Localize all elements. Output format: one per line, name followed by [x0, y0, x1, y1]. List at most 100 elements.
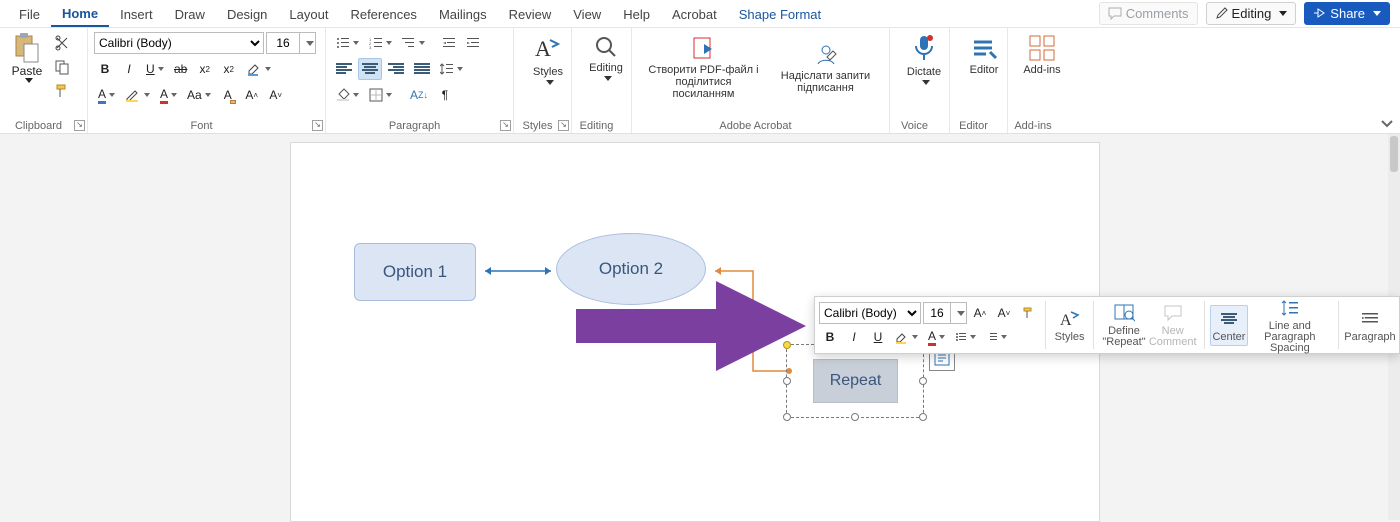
show-marks-button[interactable]: ¶ [434, 84, 456, 106]
mini-grow-font[interactable]: A˄ [969, 302, 991, 324]
font-size-input[interactable] [266, 32, 300, 54]
shape-option-1[interactable]: Option 1 [354, 243, 476, 301]
editor-button[interactable]: Editor [956, 32, 1012, 78]
dictate-button[interactable]: Dictate [896, 32, 952, 87]
font-fill-button[interactable]: A [94, 84, 119, 106]
mini-font-name[interactable]: Calibri (Body) [819, 302, 921, 324]
handle-s[interactable] [851, 413, 859, 421]
decrease-indent-button[interactable] [439, 32, 461, 54]
copy-button[interactable] [50, 56, 74, 78]
request-sign-button[interactable]: Надіслати запити підписання [776, 40, 876, 96]
cut-button[interactable] [50, 32, 74, 54]
multilevel-list-button[interactable] [398, 32, 429, 54]
format-painter-button[interactable] [50, 80, 74, 102]
mini-italic[interactable]: I [843, 326, 865, 348]
share-button[interactable]: Share [1304, 2, 1390, 25]
editing-mode-button[interactable]: Editing [1206, 2, 1297, 25]
mini-shrink-font[interactable]: A˅ [993, 302, 1015, 324]
bold-button[interactable]: B [94, 58, 116, 80]
text-highlight-button[interactable] [242, 58, 275, 80]
tab-layout[interactable]: Layout [278, 2, 339, 26]
tab-shape-format[interactable]: Shape Format [728, 2, 832, 26]
tab-home[interactable]: Home [51, 1, 109, 27]
tab-draw[interactable]: Draw [164, 2, 216, 26]
bullets-button[interactable] [332, 32, 363, 54]
align-right-button[interactable] [384, 58, 408, 80]
increase-indent-button[interactable] [463, 32, 485, 54]
mini-paragraph[interactable]: Paragraph [1345, 305, 1395, 346]
mini-font-size[interactable] [923, 302, 951, 324]
create-pdf-button[interactable]: Створити PDF-файл і поділитися посилання… [646, 34, 762, 102]
align-center-button[interactable] [358, 58, 382, 80]
tab-acrobat[interactable]: Acrobat [661, 2, 728, 26]
tab-view[interactable]: View [562, 2, 612, 26]
connector-options[interactable] [479, 263, 557, 279]
handle-se[interactable] [919, 413, 927, 421]
shading-button[interactable] [332, 84, 363, 106]
clear-formatting-button[interactable]: A [217, 84, 239, 106]
mini-numbering[interactable] [982, 326, 1011, 348]
shape-option-2[interactable]: Option 2 [556, 233, 706, 305]
handle-e[interactable] [919, 377, 927, 385]
mini-font-size-drop[interactable] [951, 302, 967, 324]
mini-underline[interactable]: U [867, 326, 889, 348]
shape-repeat-label: Repeat [830, 372, 882, 390]
tab-references[interactable]: References [339, 2, 427, 26]
mini-define-word[interactable]: Define "Repeat" [1100, 299, 1148, 351]
mini-bullets[interactable] [951, 326, 980, 348]
mini-styles[interactable]: A Styles [1052, 305, 1087, 346]
grow-font-button[interactable]: A˄ [241, 84, 263, 106]
paste-button[interactable]: Paste [6, 32, 48, 102]
pen-icon [125, 87, 141, 103]
rotate-handle[interactable] [783, 341, 791, 349]
mini-line-spacing[interactable]: Line and Paragraph Spacing [1248, 294, 1333, 357]
styles-launcher[interactable]: ↘ [558, 120, 569, 131]
scrollbar-thumb[interactable] [1390, 136, 1398, 172]
subscript-button[interactable]: x2 [194, 58, 216, 80]
strikethrough-button[interactable]: ab [170, 58, 192, 80]
font-size-dropdown[interactable] [300, 32, 316, 54]
tab-mailings[interactable]: Mailings [428, 2, 498, 26]
align-left-button[interactable] [332, 58, 356, 80]
change-case-button[interactable]: Aa [183, 84, 215, 106]
mini-bold[interactable]: B [819, 326, 841, 348]
group-paragraph: 123 AZ↓ ¶ Paragraph ↘ [326, 28, 514, 133]
addins-button[interactable]: Add-ins [1014, 32, 1070, 78]
font-name-combo[interactable]: Calibri (Body) [94, 32, 264, 54]
tab-design[interactable]: Design [216, 2, 278, 26]
underline-button[interactable]: U [142, 58, 168, 80]
styles-button[interactable]: A Styles [520, 32, 576, 87]
paragraph-launcher[interactable]: ↘ [500, 120, 511, 131]
mini-center[interactable]: Center [1210, 305, 1247, 346]
mini-font-color[interactable]: A [924, 326, 949, 348]
font-launcher[interactable]: ↘ [312, 120, 323, 131]
collapse-ribbon-button[interactable] [1380, 116, 1394, 130]
clipboard-launcher[interactable]: ↘ [74, 120, 85, 131]
tab-file[interactable]: File [8, 2, 51, 26]
tab-insert[interactable]: Insert [109, 2, 164, 26]
italic-button[interactable]: I [118, 58, 140, 80]
sort-button[interactable]: AZ↓ [406, 84, 432, 106]
mini-highlight[interactable] [891, 326, 922, 348]
highlighter-icon [895, 330, 909, 344]
handle-w[interactable] [783, 377, 791, 385]
justify-button[interactable] [410, 58, 434, 80]
shape-repeat[interactable]: Repeat [813, 359, 898, 403]
comments-button[interactable]: Comments [1099, 2, 1198, 25]
shrink-font-button[interactable]: A˅ [265, 84, 287, 106]
tab-review[interactable]: Review [498, 2, 563, 26]
mini-paragraph-label: Paragraph [1344, 332, 1395, 343]
shape-repeat-selection[interactable]: Repeat [786, 344, 924, 418]
numbering-button[interactable]: 123 [365, 32, 396, 54]
tab-help[interactable]: Help [612, 2, 661, 26]
mini-format-painter[interactable] [1017, 302, 1039, 324]
mini-toolbar: Calibri (Body) A˄ A˅ B I U A A Styles De… [814, 296, 1400, 354]
font-color-button[interactable]: A [156, 84, 181, 106]
editing-button[interactable]: Editing [578, 32, 634, 83]
font-outline-button[interactable] [121, 84, 154, 106]
superscript-button[interactable]: x2 [218, 58, 240, 80]
borders-button[interactable] [365, 84, 396, 106]
highlighter-icon [246, 61, 262, 77]
handle-sw[interactable] [783, 413, 791, 421]
line-spacing-button[interactable] [436, 58, 467, 80]
